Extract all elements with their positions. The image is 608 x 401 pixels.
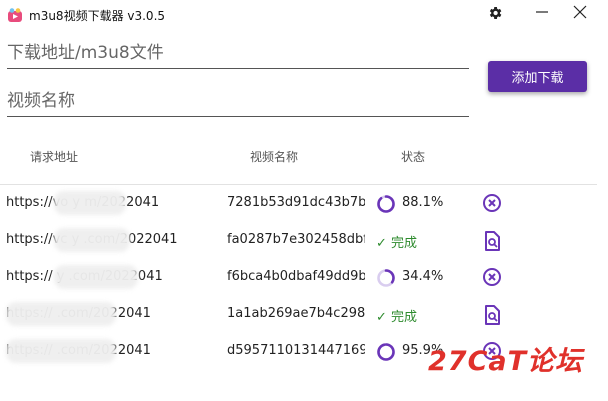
progress-arc — [377, 343, 395, 361]
column-header-status: 状态 — [401, 150, 426, 164]
video-name: 7281b53d91dc43b7b2 — [227, 195, 365, 210]
table-row: https://vo y m/20220417281b53d91dc43b7b2… — [0, 185, 597, 222]
minimize-icon — [536, 11, 548, 13]
progress-ring — [377, 269, 395, 287]
gear-icon — [489, 7, 502, 19]
watermark: 27CaT论坛 — [428, 346, 584, 377]
open-file-icon — [485, 305, 500, 325]
cancel-download-button[interactable] — [482, 193, 502, 215]
title-bar: m3u8视频下载器 v3.0.5 — [0, 0, 608, 32]
progress-ring — [377, 195, 395, 213]
url-input[interactable] — [7, 40, 469, 66]
table-row: https:// .com/20220411a1ab269ae7b4c29809… — [0, 296, 597, 333]
close-button[interactable] — [569, 5, 591, 25]
open-file-button[interactable] — [482, 230, 502, 252]
video-name: d59571101314471694 — [227, 343, 365, 358]
progress-ring — [377, 343, 395, 361]
redaction-blur — [54, 191, 126, 215]
settings-button[interactable] — [484, 5, 506, 25]
add-download-button[interactable]: 添加下载 — [488, 61, 587, 92]
redaction-blur — [6, 339, 116, 363]
app-icon — [7, 7, 23, 23]
column-header-name: 视频名称 — [250, 150, 299, 164]
redaction-blur — [6, 302, 116, 326]
minimize-button[interactable] — [531, 5, 553, 25]
progress-arc — [377, 195, 395, 213]
status-complete: ✓ 完成 — [376, 310, 418, 325]
open-file-button[interactable] — [482, 304, 502, 326]
progress-percent: 34.4% — [402, 269, 444, 284]
status-complete: ✓ 完成 — [376, 236, 418, 251]
cancel-download-button[interactable] — [482, 267, 502, 289]
close-icon — [573, 5, 587, 19]
video-name-input[interactable] — [7, 88, 469, 114]
column-header-url: 请求地址 — [30, 150, 79, 164]
redaction-blur — [54, 228, 130, 252]
video-name: f6bca4b0dbaf49dd9b6 — [227, 269, 365, 284]
cancel-icon — [483, 194, 501, 212]
name-field — [7, 88, 469, 117]
progress-percent: 88.1% — [402, 195, 444, 210]
cancel-icon — [483, 268, 501, 286]
url-field — [7, 40, 469, 69]
table-row: https:// y .com/2022041f6bca4b0dbaf49dd9… — [0, 259, 597, 296]
video-name: 1a1ab269ae7b4c29809 — [227, 306, 365, 321]
window-title: m3u8视频下载器 v3.0.5 — [29, 9, 166, 23]
open-file-icon — [485, 231, 500, 251]
redaction-blur — [54, 265, 138, 289]
video-name: fa0287b7e302458dbfb — [227, 232, 365, 247]
table-row: https://vc y .com/2022041fa0287b7e302458… — [0, 222, 597, 259]
